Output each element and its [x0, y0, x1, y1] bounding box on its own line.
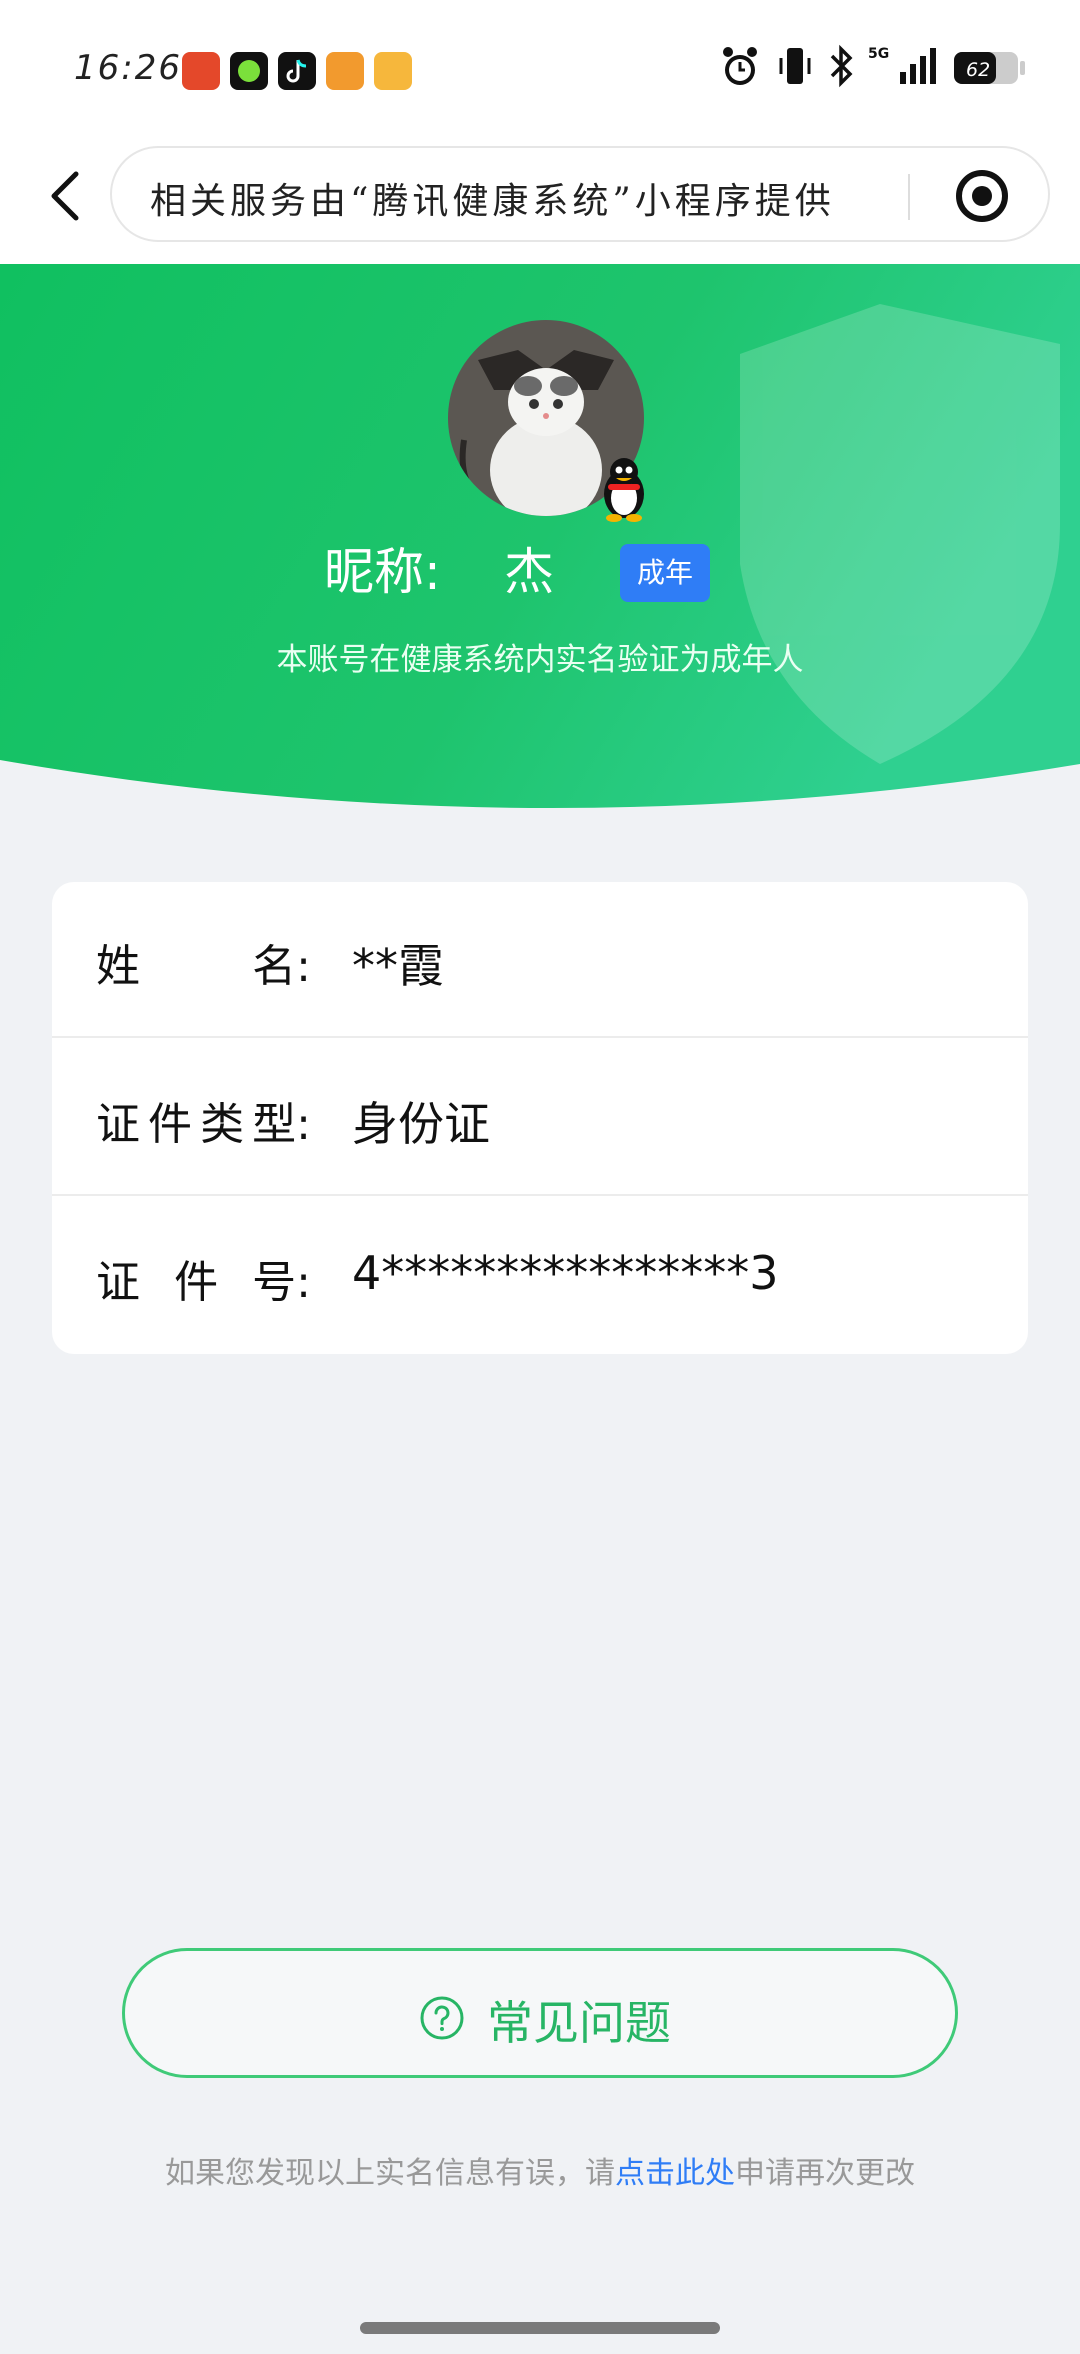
divider: [52, 1036, 1028, 1038]
identity-info-card: 姓名: **霞 证件类型: 身份证 证件号: 4****************…: [52, 882, 1028, 1354]
signal-5g-icon: 5G: [868, 46, 936, 84]
tiktok-icon: [278, 52, 316, 90]
status-icons: 5G 62: [720, 44, 1040, 94]
nickname-value: 杰: [504, 543, 554, 601]
record-button[interactable]: [954, 168, 1010, 224]
profile-header: 昵称: 杰 成年 本账号在健康系统内实名验证为成年人: [0, 264, 1080, 820]
id-number-value: 4****************3: [352, 1246, 779, 1300]
food-app-icon: [374, 52, 412, 90]
music-app-icon: [230, 52, 268, 90]
nickname-label: 昵称:: [324, 543, 441, 601]
id-type-label: 证件类型:: [96, 1099, 311, 1150]
service-notice-text: 相关服务由“腾讯健康系统”小程序提供: [150, 181, 835, 222]
svg-text:62: 62: [966, 59, 990, 81]
question-circle-icon: [420, 1996, 464, 2040]
id-number-label: 证件号:: [96, 1257, 311, 1308]
app-notification-icon: [182, 52, 220, 90]
verification-text: 本账号在健康系统内实名验证为成年人: [276, 642, 804, 678]
adult-badge: 成年: [620, 544, 710, 602]
battery-icon: 62: [954, 52, 1025, 84]
faq-label: 常见问题: [487, 1996, 671, 2050]
faq-button[interactable]: 常见问题: [122, 1948, 958, 2078]
qq-penguin-icon: [596, 454, 652, 522]
click-here-link[interactable]: 点击此处: [615, 2156, 735, 2191]
divider: [52, 1194, 1028, 1196]
status-time: 16:26: [74, 48, 182, 88]
id-type-row: 证件类型: 身份证: [52, 1040, 1028, 1196]
correction-tip: 如果您发现以上实名信息有误，请点击此处申请再次更改: [0, 2148, 1080, 2192]
correction-tip-prefix: 如果您发现以上实名信息有误，请: [165, 2156, 615, 2191]
name-row: 姓名: **霞: [52, 882, 1028, 1038]
chevron-left-icon: [51, 171, 79, 221]
nav-bar: 相关服务由“腾讯健康系统”小程序提供: [0, 140, 1080, 264]
id-number-row: 证件号: 4****************3: [52, 1198, 1028, 1354]
name-value: **霞: [352, 939, 444, 993]
record-icon: [956, 170, 1008, 222]
correction-tip-suffix: 申请再次更改: [735, 2156, 915, 2191]
service-notice-capsule: 相关服务由“腾讯健康系统”小程序提供: [110, 146, 1050, 242]
nickname-row: 昵称: 杰 成年: [0, 532, 1080, 612]
status-bar: 16:26 5G 62: [0, 0, 1080, 140]
svg-text:5G: 5G: [868, 46, 889, 62]
capsule-divider: [908, 174, 910, 220]
home-indicator[interactable]: [360, 2322, 720, 2334]
name-label: 姓名:: [96, 941, 311, 992]
alarm-icon: [723, 47, 757, 85]
game-app-icon: [326, 52, 364, 90]
back-button[interactable]: [38, 162, 94, 226]
bluetooth-icon: [830, 44, 853, 88]
vibrate-icon: [779, 48, 811, 84]
page: 16:26 5G 62 相关服务由“腾讯健康系统”小程序提供 昵称: 杰 成年 …: [0, 0, 1080, 2354]
id-type-value: 身份证: [352, 1097, 490, 1151]
